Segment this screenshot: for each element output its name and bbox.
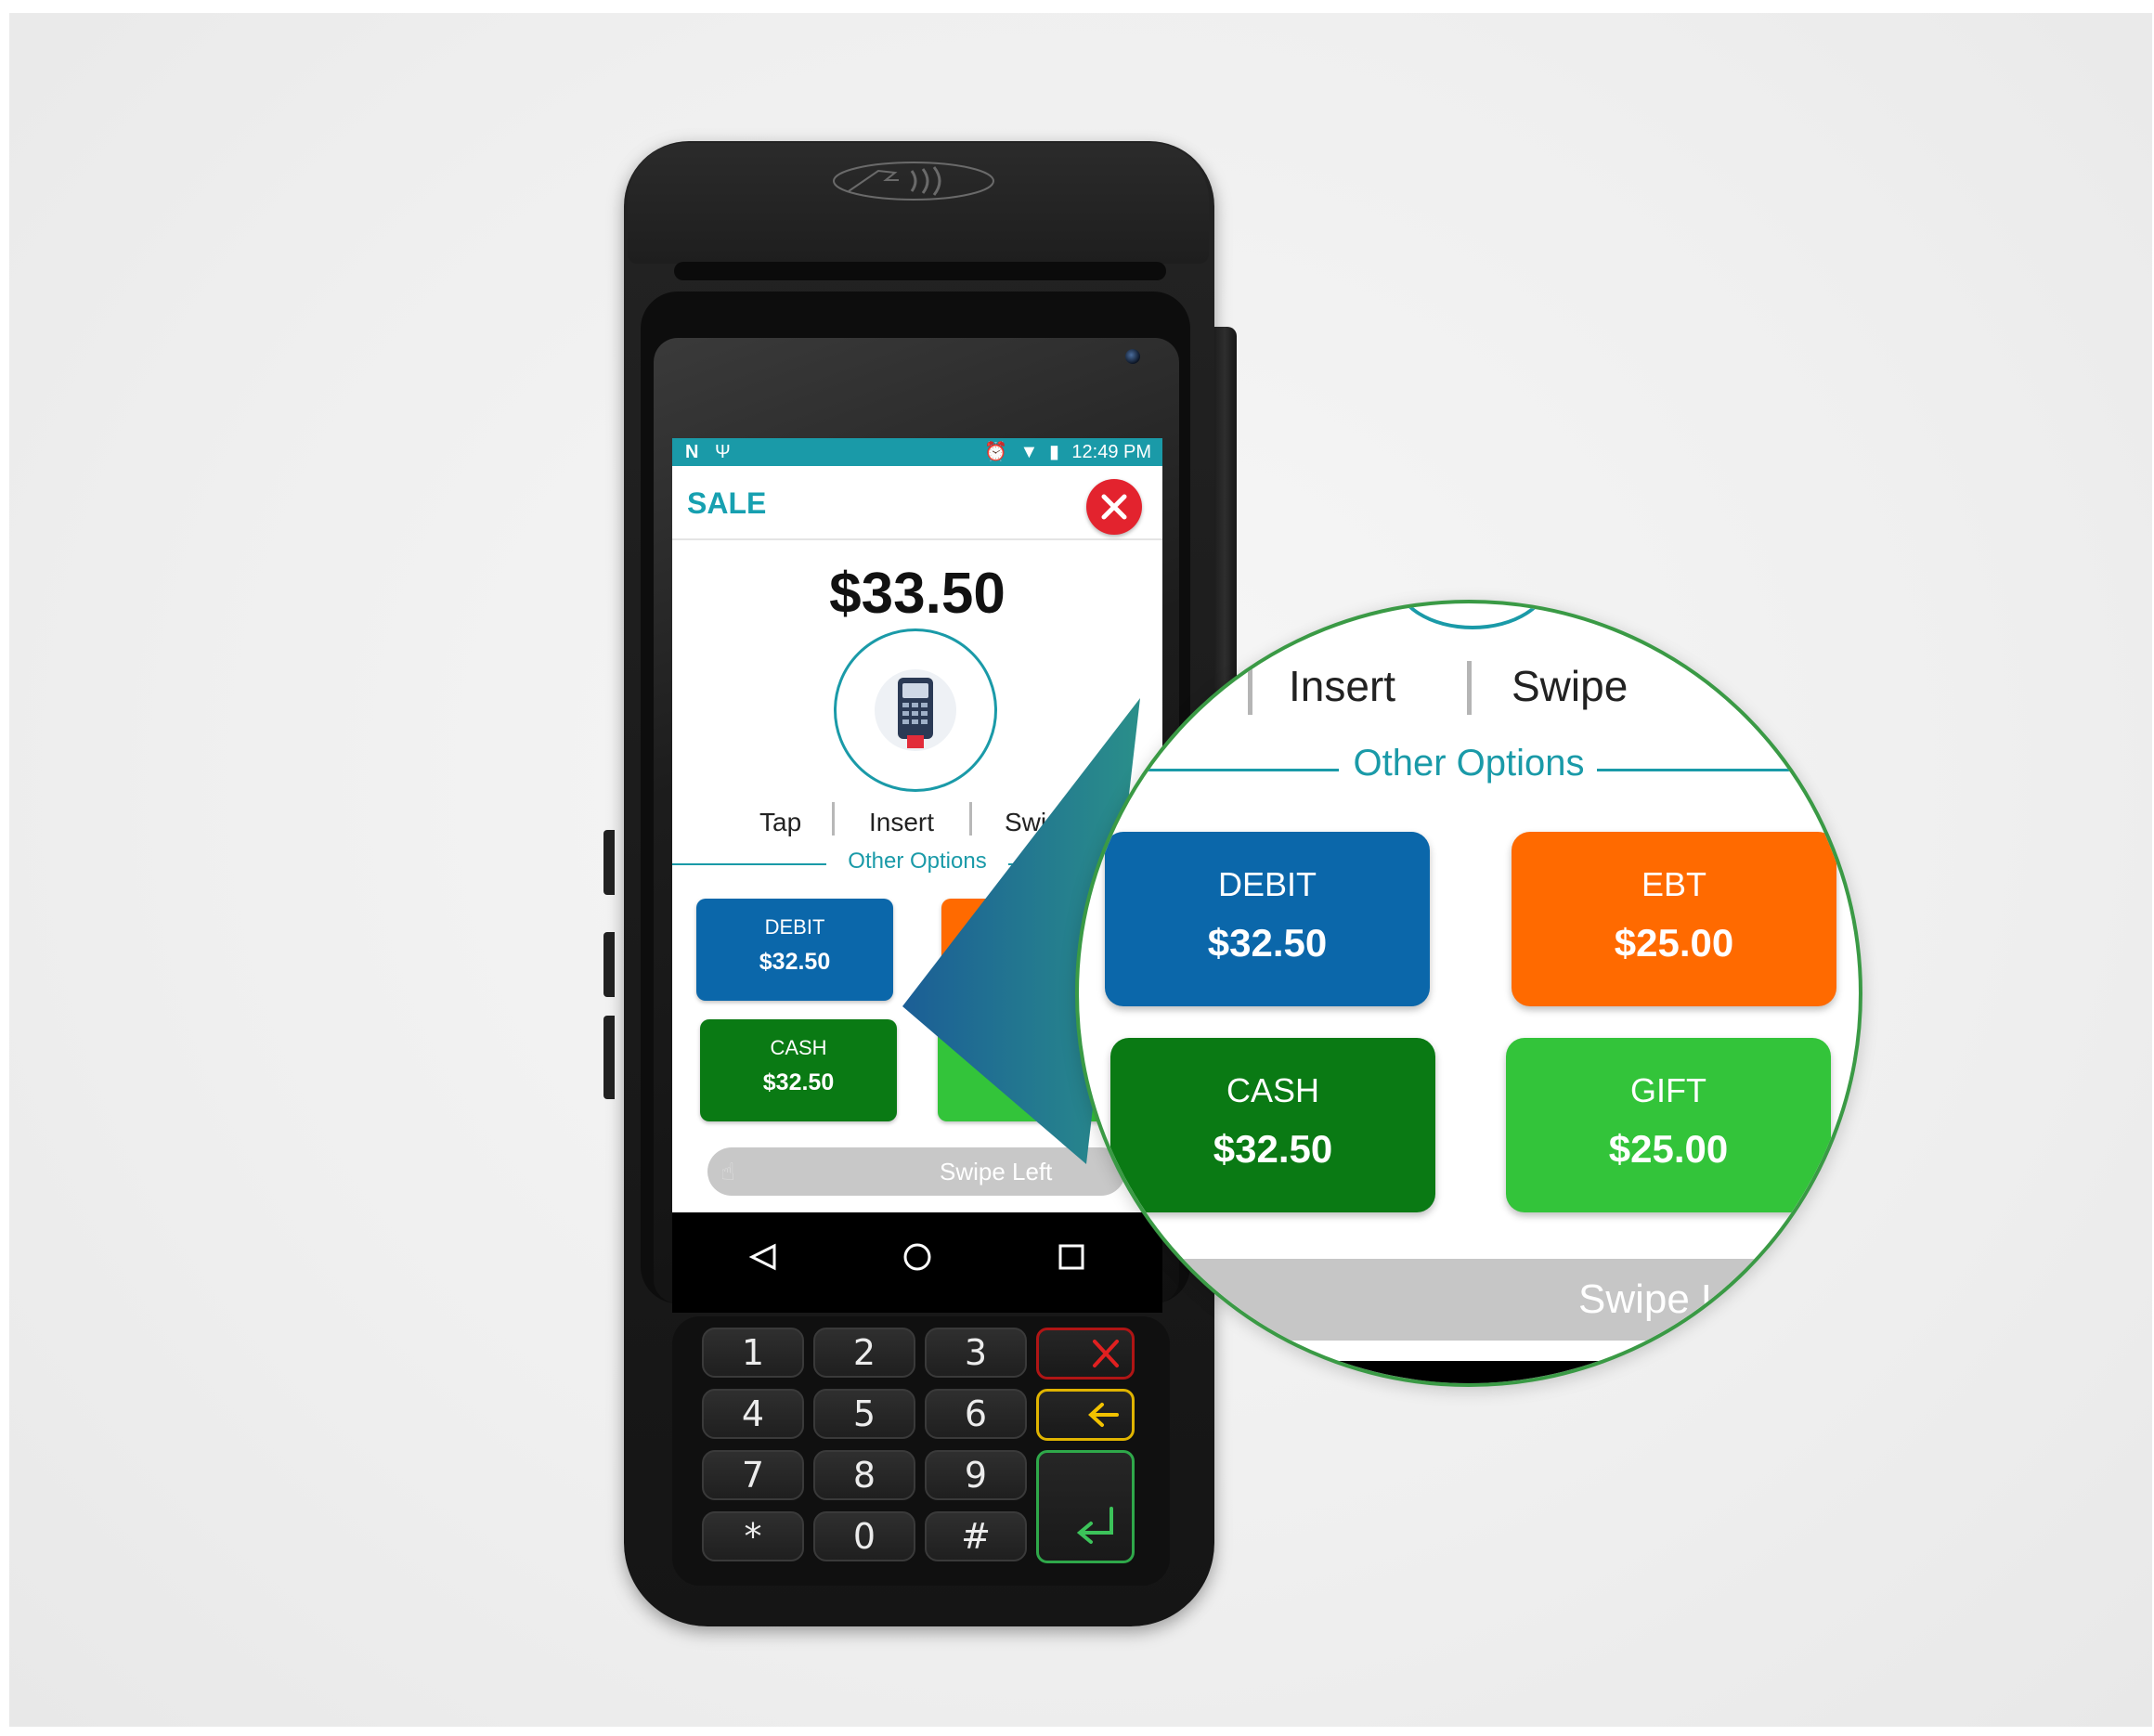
zoom-gift-label: GIFT bbox=[1630, 1071, 1706, 1109]
zoom-debit-button[interactable]: DEBIT $32.50 bbox=[1105, 832, 1430, 1006]
zoom-ebt-label: EBT bbox=[1641, 865, 1706, 903]
zoom-reader-arc bbox=[1395, 603, 1551, 629]
product-stage: N Ψ ⏰ ▼ ▮ 12:49 PM SALE $33.50 Tap Inser… bbox=[9, 13, 2152, 1727]
zoom-debit-amount: $32.50 bbox=[1207, 921, 1328, 965]
zoom-method-separator bbox=[1467, 661, 1472, 715]
zoom-divider-line-right bbox=[1597, 769, 1838, 771]
zoom-magnifier: ap Insert Swipe Other Options DEBIT $32.… bbox=[1075, 600, 1862, 1387]
zoom-swipe-left-label: Swipe Left bbox=[1578, 1276, 1770, 1322]
zoom-entry-method-insert: Insert bbox=[1289, 662, 1396, 710]
zoom-ebt-button[interactable]: EBT $25.00 bbox=[1512, 832, 1836, 1006]
zoom-entry-method-tap: ap bbox=[1146, 662, 1194, 710]
zoom-swipe-left-bar[interactable]: Swipe Left bbox=[1153, 1259, 1803, 1341]
zoom-other-options-divider: Other Options bbox=[1079, 743, 1859, 798]
zoom-entry-method-swipe: Swipe bbox=[1512, 662, 1628, 710]
zoom-entry-methods: ap Insert Swipe bbox=[1079, 661, 1859, 717]
zoom-gift-amount: $25.00 bbox=[1608, 1127, 1729, 1171]
zoom-cash-button[interactable]: CASH $32.50 bbox=[1110, 1038, 1435, 1212]
zoom-method-separator bbox=[1248, 661, 1252, 715]
zoom-other-options-label: Other Options bbox=[1353, 743, 1585, 784]
zoom-cash-amount: $32.50 bbox=[1213, 1127, 1333, 1171]
zoom-cash-label: CASH bbox=[1226, 1071, 1320, 1109]
zoom-content: ap Insert Swipe Other Options DEBIT $32.… bbox=[1079, 603, 1859, 1383]
zoom-gift-button[interactable]: GIFT $25.00 bbox=[1506, 1038, 1831, 1212]
zoom-debit-label: DEBIT bbox=[1217, 865, 1317, 903]
zoom-nav-strip bbox=[1079, 1361, 1859, 1383]
zoom-ebt-amount: $25.00 bbox=[1614, 921, 1734, 965]
